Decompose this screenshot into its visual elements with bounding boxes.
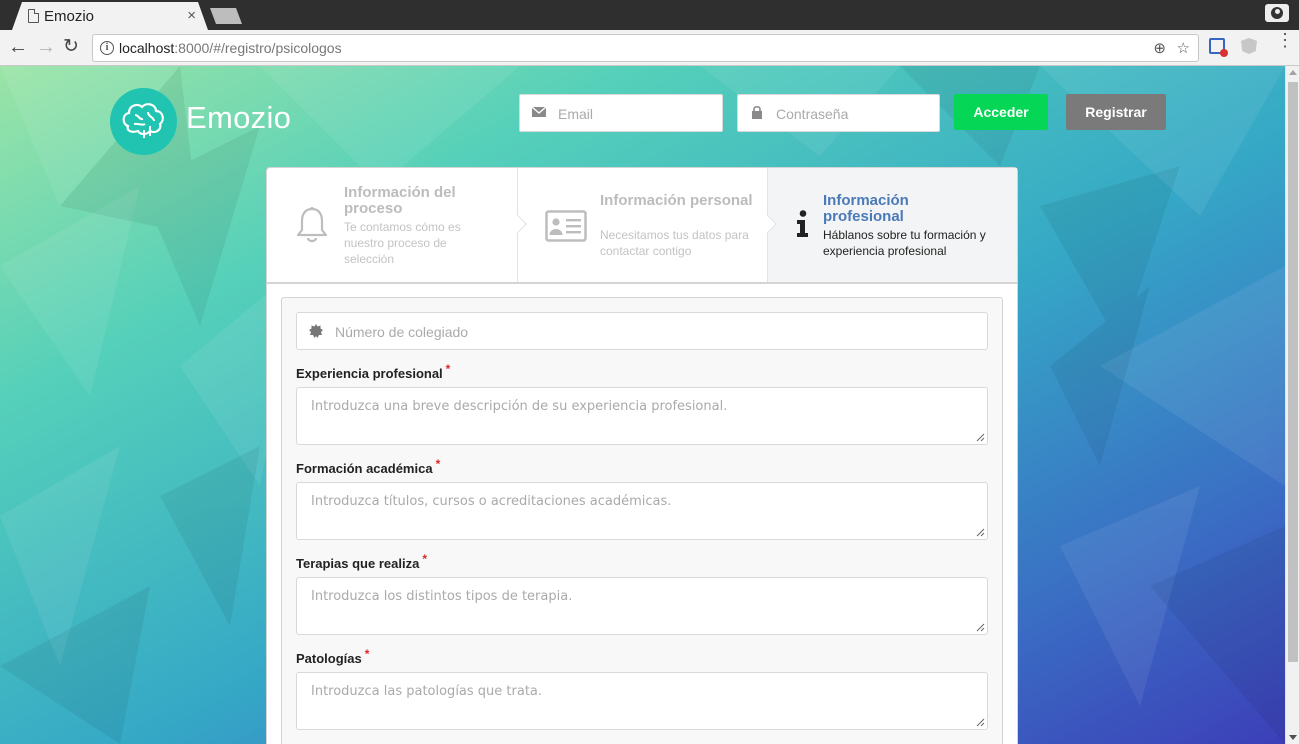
scrollbar-thumb[interactable] (1288, 82, 1298, 662)
close-tab-icon[interactable]: × (187, 7, 196, 24)
address-bar[interactable]: i localhost:8000/#/registro/psicologos ⊕… (92, 34, 1199, 62)
step-description: Háblanos sobre tu formación y experienci… (823, 228, 986, 258)
required-asterisk: * (445, 362, 451, 376)
certificate-icon (309, 324, 323, 338)
step-title: Información del proceso (344, 184, 456, 217)
page-scrollbar[interactable] (1285, 66, 1299, 744)
professional-form: Número de colegiado Experiencia profesio… (281, 297, 1003, 744)
step-personal-info[interactable]: Información personal Necesitamos tus dat… (517, 168, 767, 282)
required-asterisk: * (364, 647, 370, 661)
password-placeholder: Contraseña (776, 106, 849, 122)
browser-toolbar: ← → ↻ i localhost:8000/#/registro/psicol… (0, 30, 1299, 66)
scroll-down-arrow-icon[interactable] (1289, 735, 1297, 740)
scroll-up-arrow-icon[interactable] (1289, 70, 1297, 75)
registration-steps: Información del proceso Te contamos cómo… (266, 167, 1018, 283)
therapies-placeholder: Introduzca los distintos tipos de terapi… (311, 589, 573, 604)
bookmark-star-icon[interactable]: ☆ (1177, 39, 1190, 57)
password-field[interactable]: Contraseña (737, 94, 940, 132)
education-placeholder: Introduzca títulos, cursos o acreditacio… (311, 494, 672, 509)
resize-handle-icon[interactable] (976, 718, 985, 727)
step-professional-info[interactable]: Información profesional Háblanos sobre t… (767, 168, 1017, 282)
site-info-icon[interactable]: i (100, 41, 114, 55)
education-textarea[interactable]: Introduzca títulos, cursos o acreditacio… (296, 482, 988, 540)
page-viewport: Emozio Email Contraseña Acceder Registra… (0, 66, 1285, 744)
browser-tabstrip: Emozio × (0, 0, 1299, 30)
forward-arrow-icon[interactable]: → (36, 36, 56, 58)
profile-icon[interactable] (1265, 4, 1289, 22)
collegiate-number-input[interactable]: Número de colegiado (296, 312, 988, 350)
required-asterisk: * (422, 552, 427, 566)
browser-menu-icon[interactable]: ⋮ (1276, 31, 1294, 49)
resize-handle-icon[interactable] (976, 433, 985, 442)
experience-textarea[interactable]: Introduzca una breve descripción de su e… (296, 387, 988, 445)
experience-placeholder: Introduzca una breve descripción de su e… (311, 399, 728, 414)
education-label: Formación académica * (296, 457, 441, 476)
bell-icon (296, 206, 328, 243)
step-description: Te contamos cómo es nuestro proceso de s… (344, 220, 461, 266)
back-arrow-icon[interactable]: ← (8, 36, 28, 58)
step-title: Información profesional (823, 192, 909, 225)
new-tab-button[interactable] (210, 8, 242, 24)
url-text: localhost:8000/#/registro/psicologos (119, 40, 342, 56)
step-process-info[interactable]: Información del proceso Te contamos cómo… (267, 168, 517, 282)
page-icon (28, 9, 39, 23)
lock-icon (752, 105, 762, 119)
pathologies-textarea[interactable]: Introduzca las patologías que trata. (296, 672, 988, 730)
register-button[interactable]: Registrar (1066, 94, 1166, 130)
pathologies-placeholder: Introduzca las patologías que trata. (311, 684, 543, 699)
reload-icon[interactable]: ↻ (63, 36, 79, 58)
brain-logo-icon[interactable] (110, 88, 177, 155)
id-card-icon (545, 210, 587, 242)
email-field[interactable]: Email (519, 94, 723, 132)
required-asterisk: * (435, 457, 441, 471)
professional-form-card: Número de colegiado Experiencia profesio… (266, 283, 1018, 744)
pathologies-label: Patologías * (296, 647, 370, 666)
extension-icon[interactable] (1209, 38, 1228, 57)
therapies-label: Terapias que realiza * (296, 552, 427, 571)
angular-extension-icon[interactable] (1241, 38, 1257, 54)
info-icon (797, 210, 808, 237)
experience-label: Experiencia profesional * (296, 362, 451, 381)
browser-tab[interactable]: Emozio × (12, 2, 208, 30)
resize-handle-icon[interactable] (976, 528, 985, 537)
brand-name[interactable]: Emozio (186, 100, 291, 136)
step-title: Información personal (600, 192, 753, 209)
login-button[interactable]: Acceder (954, 94, 1048, 130)
step-description: Necesitamos tus datos para contactar con… (600, 228, 749, 258)
resize-handle-icon[interactable] (976, 623, 985, 632)
therapies-textarea[interactable]: Introduzca los distintos tipos de terapi… (296, 577, 988, 635)
envelope-icon (532, 106, 546, 117)
email-placeholder: Email (558, 106, 594, 122)
tab-title: Emozio (44, 8, 95, 25)
location-target-icon[interactable]: ⊕ (1153, 39, 1166, 57)
collegiate-placeholder: Número de colegiado (335, 324, 469, 340)
